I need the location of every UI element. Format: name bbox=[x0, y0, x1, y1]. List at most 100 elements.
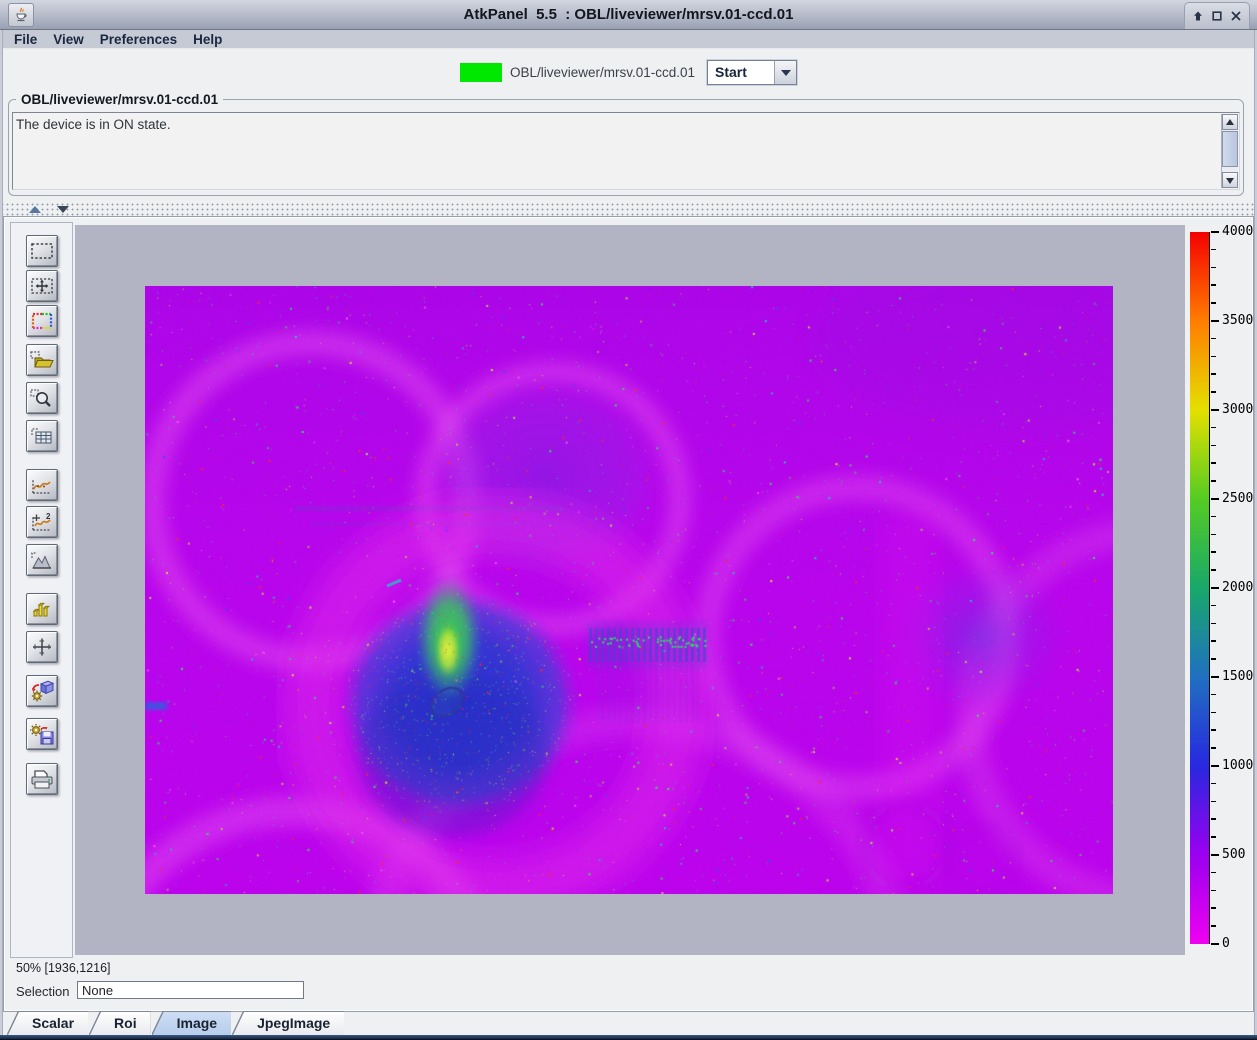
tabbar: Scalar Roi Image JpegImage bbox=[8, 1012, 1254, 1035]
save-settings-button[interactable] bbox=[26, 718, 58, 750]
line-profile-button[interactable] bbox=[26, 469, 58, 501]
colorbar-tick bbox=[1211, 836, 1216, 838]
state-indicator bbox=[460, 63, 502, 82]
colorbar-gradient bbox=[1190, 232, 1210, 944]
colorbar-label: 500 bbox=[1222, 847, 1246, 863]
colorbar-tick bbox=[1211, 676, 1219, 678]
arrow-up-icon bbox=[1194, 11, 1203, 21]
scrollbar-thumb[interactable] bbox=[1222, 131, 1238, 167]
axes-icon bbox=[29, 636, 55, 658]
tab-roi[interactable]: Roi bbox=[90, 1012, 151, 1035]
colorbar-tick bbox=[1211, 551, 1216, 553]
tab-label: Roi bbox=[114, 1015, 137, 1031]
profile-icon bbox=[29, 474, 55, 496]
selection-label: Selection bbox=[16, 984, 70, 999]
colorbar-tick bbox=[1211, 569, 1216, 571]
colorbar-tick bbox=[1211, 747, 1216, 749]
save-settings-icon bbox=[29, 723, 55, 745]
print-button[interactable] bbox=[26, 763, 58, 795]
image-viewport[interactable] bbox=[75, 225, 1185, 955]
zoom-region-button[interactable] bbox=[26, 382, 58, 414]
colorbar-tick bbox=[1211, 854, 1219, 856]
command-combobox[interactable]: Start bbox=[707, 60, 797, 85]
colorbar-tick bbox=[1211, 907, 1216, 909]
svg-text:2: 2 bbox=[46, 512, 51, 521]
window-controls bbox=[1184, 2, 1250, 29]
cross-profile-button[interactable]: 2 bbox=[26, 506, 58, 538]
ccd-noise-layer bbox=[145, 286, 1113, 894]
menu-item-view[interactable]: View bbox=[47, 32, 90, 47]
open-folder-icon bbox=[29, 349, 55, 371]
close-button[interactable] bbox=[1227, 8, 1244, 24]
titlebar[interactable]: AtkPanel 5.5 : OBL/liveviewer/mrsv.01-cc… bbox=[0, 0, 1257, 30]
image-toolbar: 2 bbox=[10, 222, 73, 958]
divider-collapse-up-icon[interactable] bbox=[29, 206, 41, 213]
combo-arrow-button[interactable] bbox=[774, 61, 796, 84]
status-textarea[interactable]: The device is in ON state. bbox=[12, 112, 1240, 190]
colorbar-label: 1500 bbox=[1222, 669, 1254, 685]
close-icon bbox=[1231, 11, 1241, 21]
tab-image[interactable]: Image bbox=[153, 1012, 231, 1035]
colorbar-label: 4000 bbox=[1222, 224, 1254, 240]
selection-input[interactable] bbox=[77, 981, 304, 999]
histogram-button[interactable] bbox=[26, 544, 58, 576]
zoom-info: 50% [1936,1216] bbox=[16, 961, 111, 975]
split-divider[interactable] bbox=[3, 203, 1254, 216]
scroll-up-icon[interactable] bbox=[1222, 114, 1238, 130]
menubar: File View Preferences Help bbox=[0, 30, 1257, 49]
colorbar-label: 2500 bbox=[1222, 491, 1254, 507]
minimize-button[interactable] bbox=[1190, 8, 1207, 24]
divider-collapse-down-icon[interactable] bbox=[57, 206, 69, 213]
load-image-button[interactable] bbox=[26, 344, 58, 376]
colorbar-tick bbox=[1211, 729, 1216, 731]
colorbar-ticks bbox=[1211, 231, 1220, 945]
move-region-button[interactable] bbox=[26, 270, 58, 302]
colorbar-label: 3000 bbox=[1222, 402, 1254, 418]
window-title: AtkPanel 5.5 : OBL/liveviewer/mrsv.01-cc… bbox=[463, 6, 794, 23]
colormap-icon bbox=[29, 310, 55, 332]
scroll-down-icon[interactable] bbox=[1222, 172, 1238, 188]
colorbar-label: 2000 bbox=[1222, 580, 1254, 596]
tab-jpegimage[interactable]: JpegImage bbox=[233, 1012, 344, 1035]
menu-item-preferences[interactable]: Preferences bbox=[94, 32, 183, 47]
colorbar-tick bbox=[1211, 818, 1216, 820]
status-scrollbar[interactable] bbox=[1221, 114, 1238, 188]
tab-label: Image bbox=[176, 1015, 218, 1031]
colorbar-tick bbox=[1211, 765, 1219, 767]
selection-icon bbox=[29, 240, 55, 262]
status-text: The device is in ON state. bbox=[16, 117, 171, 132]
colorbar-tick bbox=[1211, 533, 1216, 536]
axes-settings-button[interactable] bbox=[26, 631, 58, 663]
table-icon bbox=[29, 425, 55, 447]
status-groupbox-title: OBL/liveviewer/mrsv.01-ccd.01 bbox=[16, 92, 224, 107]
select-region-button[interactable] bbox=[26, 235, 58, 267]
colorbar-tick bbox=[1211, 515, 1216, 518]
colorbar-tick bbox=[1211, 693, 1216, 696]
tab-label: JpegImage bbox=[257, 1015, 331, 1031]
colorbar-tick bbox=[1211, 622, 1216, 625]
colorbar-tick bbox=[1211, 640, 1216, 642]
colorbar-tick bbox=[1211, 355, 1216, 358]
menu-item-file[interactable]: File bbox=[8, 32, 43, 47]
colorbar-tick bbox=[1211, 871, 1216, 874]
bar-stats-button[interactable] bbox=[26, 593, 58, 625]
cross-profile-icon: 2 bbox=[29, 511, 55, 533]
colorbar-tick bbox=[1211, 604, 1216, 607]
image-settings-button[interactable] bbox=[26, 675, 58, 707]
maximize-button[interactable] bbox=[1208, 8, 1225, 24]
menu-item-help[interactable]: Help bbox=[187, 32, 228, 47]
colorbar-tick bbox=[1211, 320, 1219, 322]
histogram-icon bbox=[29, 549, 55, 571]
colorbar-tick bbox=[1211, 409, 1219, 411]
ccd-image[interactable] bbox=[145, 286, 1113, 894]
tab-scalar[interactable]: Scalar bbox=[8, 1012, 88, 1035]
colorbar-tick bbox=[1211, 444, 1216, 447]
maximize-icon bbox=[1212, 11, 1222, 21]
colorbar-label: 3500 bbox=[1222, 313, 1254, 329]
values-table-button[interactable] bbox=[26, 420, 58, 452]
color-settings-button[interactable] bbox=[26, 305, 58, 337]
bars-3d-icon bbox=[29, 598, 55, 620]
colorbar-tick bbox=[1211, 711, 1216, 714]
colorbar-tick bbox=[1211, 925, 1216, 927]
colorbar-tick bbox=[1211, 391, 1216, 393]
